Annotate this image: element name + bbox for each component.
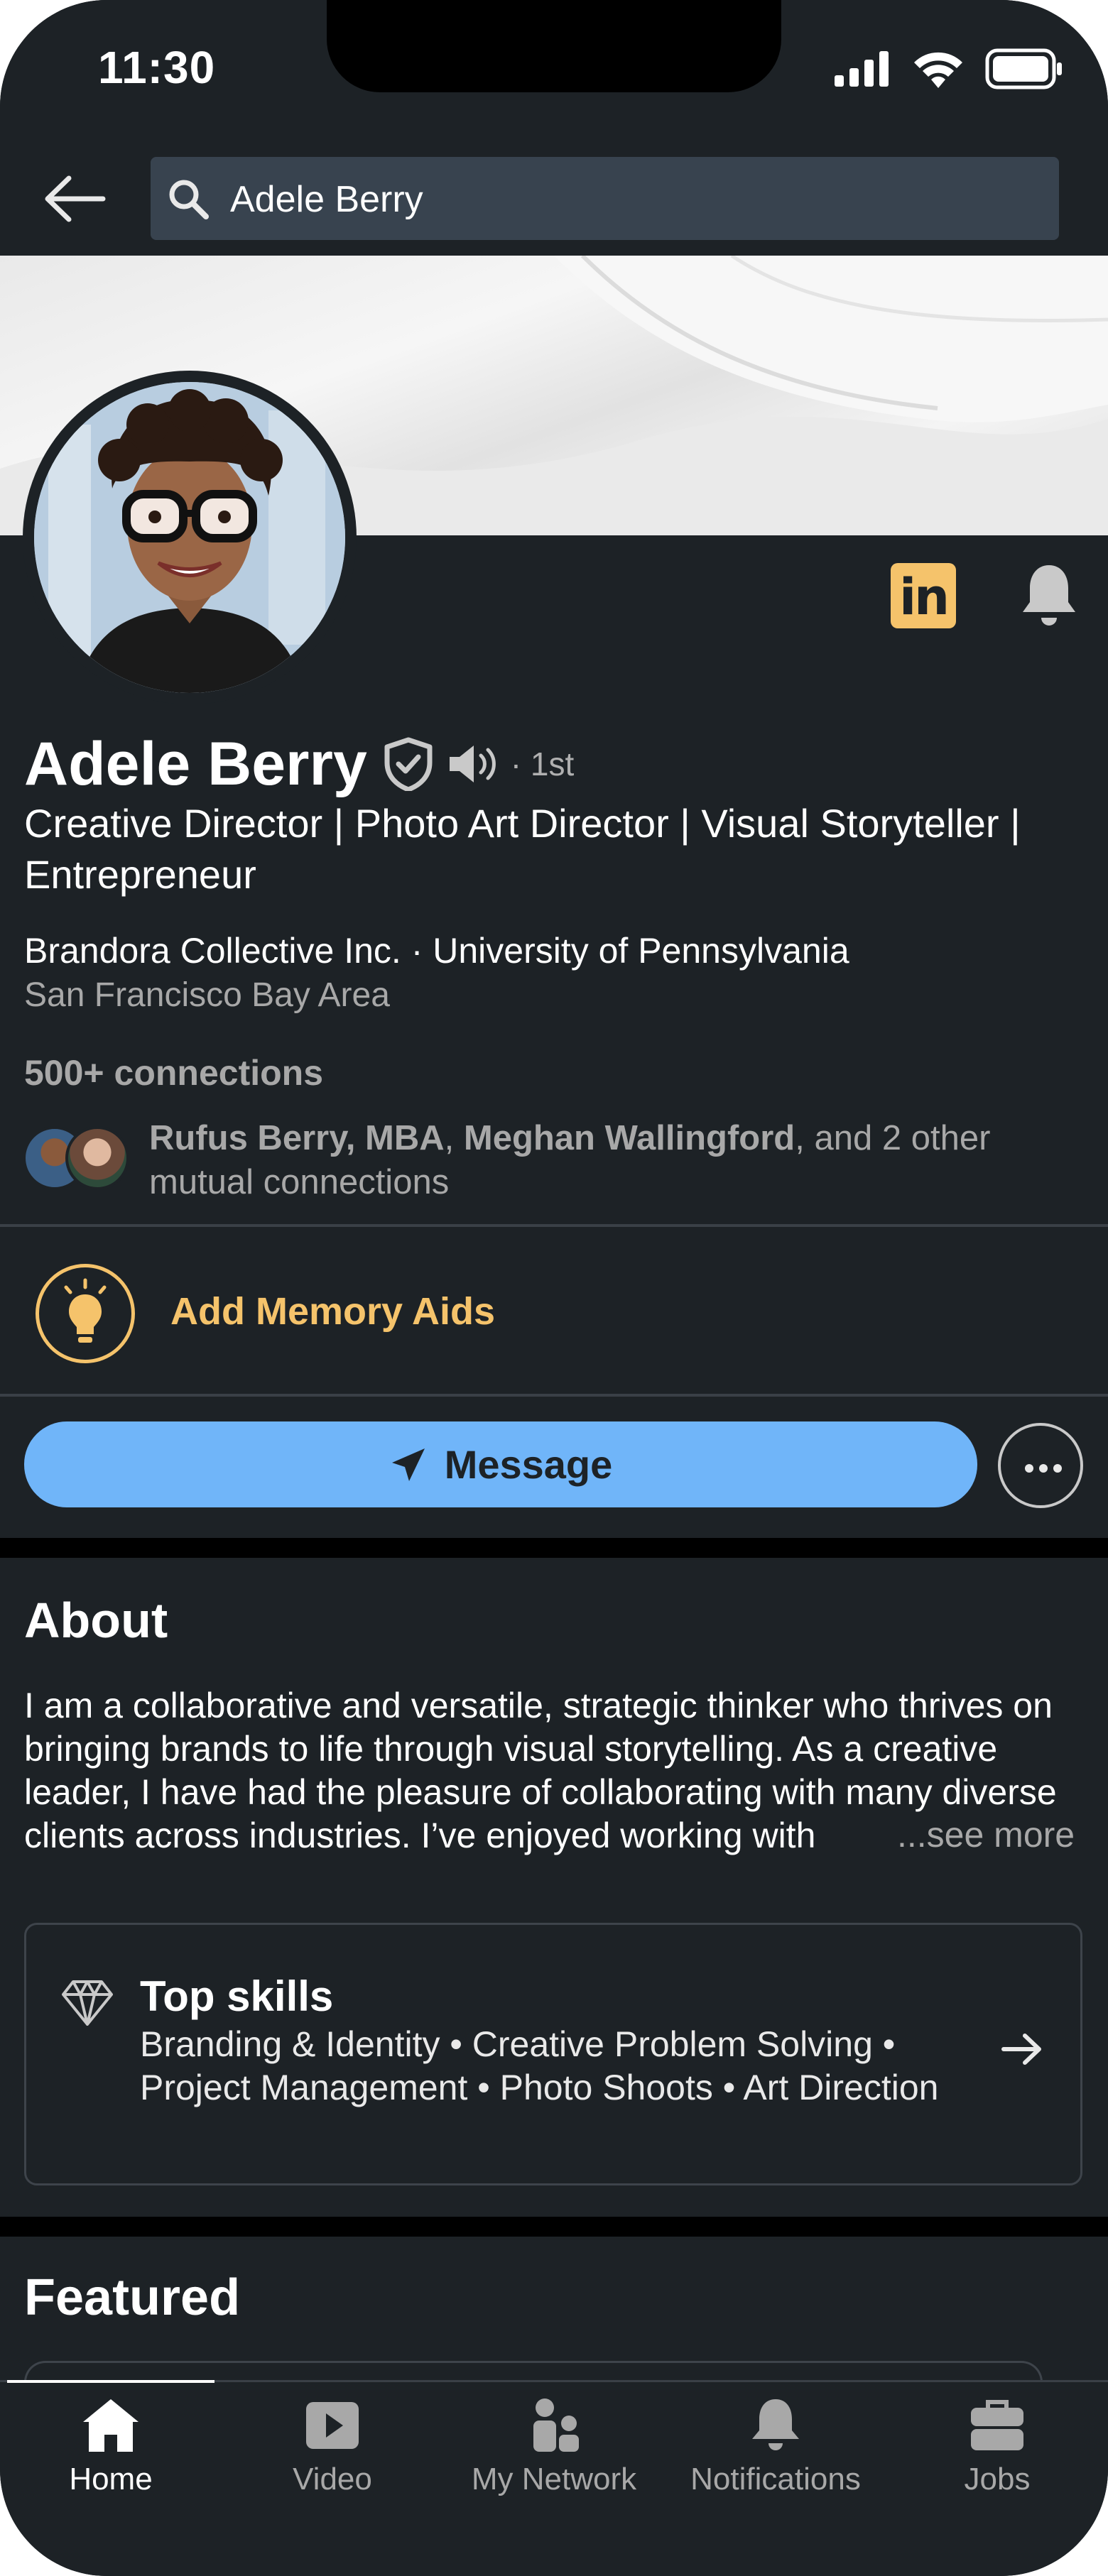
status-time: 11:30 [98,42,216,93]
mutual-avatar [65,1126,129,1190]
status-bar: 11:30 [0,0,1108,142]
memory-aids-label[interactable]: Add Memory Aids [170,1289,495,1333]
home-icon [83,2399,138,2452]
tab-notifications[interactable]: Notifications [665,2396,886,2496]
divider [0,1224,1108,1227]
tab-label: Home [69,2462,153,2496]
profile-name: Adele Berry [24,729,367,798]
avatar-photo [34,382,345,693]
dot [1039,1464,1048,1473]
tab-label: Video [293,2462,372,2496]
see-more-link[interactable]: ...see more [891,1814,1075,1855]
tab-label: Jobs [964,2462,1031,2496]
search-query: Adele Berry [230,179,423,220]
cellular-signal-icon [835,51,889,87]
profile-location: San Francisco Bay Area [24,976,390,1014]
search-icon [169,180,209,219]
tab-label: Notifications [690,2462,861,2496]
send-icon [391,1448,425,1481]
dot [1053,1464,1062,1473]
more-options-button[interactable] [998,1423,1083,1508]
tab-my-network[interactable]: My Network [443,2396,665,2496]
mutual-avatars[interactable] [23,1126,129,1191]
back-button[interactable] [39,167,110,231]
mutual-separator: , [444,1119,464,1157]
message-button[interactable]: Message [24,1421,977,1507]
bell-icon[interactable] [1017,561,1081,629]
about-title: About [24,1593,168,1648]
wifi-icon [914,52,962,88]
active-tab-indicator [7,2380,214,2383]
mutual-connections[interactable]: Rufus Berry, MBA, Meghan Wallingford, an… [149,1116,1072,1204]
memory-aids-button[interactable] [36,1264,135,1363]
profile-headline: Creative Director | Photo Art Director |… [24,801,1021,897]
tab-jobs[interactable]: Jobs [886,2396,1108,2496]
notch [327,0,781,92]
tab-home[interactable]: Home [0,2396,222,2496]
profile-screen: 11:30 Adele Berry in Adele Berry · 1st C… [0,0,1108,2576]
bell-icon [752,2399,799,2450]
briefcase-icon [971,2400,1023,2450]
tab-video[interactable]: Video [222,2396,443,2496]
top-skills-list: Branding & Identity • Creative Problem S… [140,2024,939,2107]
connection-degree: · 1st [510,746,575,782]
arrow-right-icon [1001,2034,1041,2065]
connections-count[interactable]: 500+ connections [24,1052,323,1093]
linkedin-icon[interactable]: in [891,563,956,628]
name-pronunciation-icon[interactable] [447,741,502,787]
featured-title: Featured [24,2269,241,2326]
arrow-left-icon [45,175,106,222]
lightbulb-icon [64,1278,107,1343]
bottom-tab-bar: Home Video My Network Notifications Jobs [0,2380,1108,2576]
mutual-name: Rufus Berry, MBA [149,1119,445,1157]
network-icon [533,2398,579,2452]
profile-avatar[interactable] [23,371,357,704]
section-separator [0,2217,1108,2237]
message-label: Message [444,1442,613,1487]
search-header: Adele Berry [0,142,1108,256]
top-skills-card[interactable]: Top skills Branding & Identity • Creativ… [24,1923,1082,2185]
divider [0,1394,1108,1397]
video-icon [306,2402,359,2449]
verified-shield-icon[interactable] [383,737,434,791]
mutual-name: Meghan Wallingford [463,1119,795,1157]
dot [1025,1464,1033,1473]
tab-label: My Network [471,2462,637,2496]
profile-company[interactable]: Brandora Collective Inc. · University of… [24,930,849,971]
battery-icon [985,48,1062,89]
search-input[interactable]: Adele Berry [151,157,1059,240]
profile-name-row: Adele Berry · 1st [24,728,574,799]
diamond-icon [62,1980,113,2026]
top-skills-title: Top skills [140,1972,334,2020]
section-separator [0,1538,1108,1558]
